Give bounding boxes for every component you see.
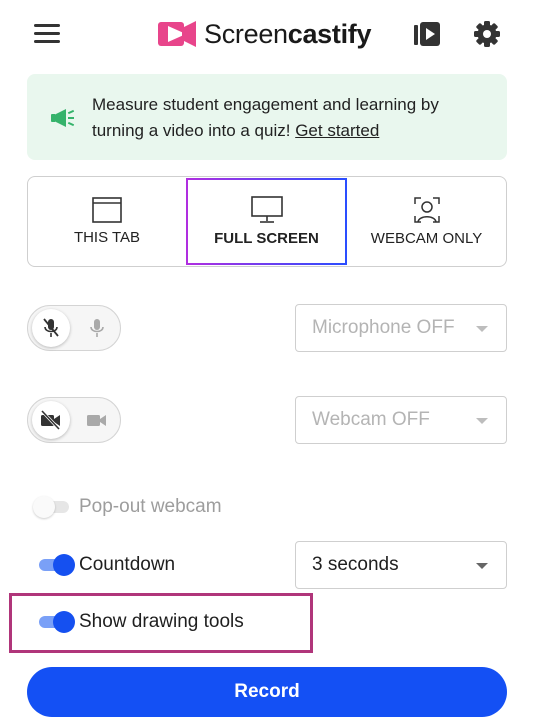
countdown-select[interactable]: 3 seconds xyxy=(295,541,507,589)
video-library-button[interactable] xyxy=(412,19,442,49)
microphone-select[interactable]: Microphone OFF xyxy=(295,304,507,352)
webcam-off-icon xyxy=(40,410,61,430)
logo-text: Screencastify xyxy=(204,18,372,49)
logo-icon xyxy=(158,21,196,47)
popout-webcam-switch[interactable] xyxy=(33,496,69,518)
get-started-link[interactable]: Get started xyxy=(295,121,379,140)
microphone-on-button[interactable] xyxy=(83,314,111,342)
quiz-promo-banner: Measure student engagement and learning … xyxy=(27,74,507,160)
megaphone-icon xyxy=(51,109,75,127)
screencastify-logo: Screencastify xyxy=(158,14,372,54)
webcam-toggle[interactable] xyxy=(27,397,121,443)
webcam-off-button[interactable] xyxy=(32,401,70,439)
chevron-down-icon xyxy=(476,326,488,332)
menu-button[interactable] xyxy=(34,24,60,46)
browser-tab-icon xyxy=(92,197,122,223)
microphone-off-button[interactable] xyxy=(32,309,70,347)
countdown-switch[interactable] xyxy=(37,554,75,576)
drawing-tools-switch[interactable] xyxy=(37,611,75,633)
drawing-tools-label: Show drawing tools xyxy=(79,611,244,632)
gear-icon xyxy=(474,21,500,47)
video-library-icon xyxy=(414,22,440,46)
popout-webcam-label: Pop-out webcam xyxy=(79,496,222,517)
mode-this-tab[interactable]: THIS TAB xyxy=(28,177,186,266)
chevron-down-icon xyxy=(476,418,488,424)
chevron-down-icon xyxy=(476,563,488,569)
microphone-muted-icon xyxy=(43,318,59,337)
microphone-icon xyxy=(90,319,104,337)
mode-full-screen[interactable]: FULL SCREEN xyxy=(186,178,347,265)
recording-mode-selector: THIS TAB FULL SCREEN WEBCAM ONLY xyxy=(27,176,507,267)
monitor-icon xyxy=(250,196,283,223)
microphone-toggle[interactable] xyxy=(27,305,121,351)
webcam-on-button[interactable] xyxy=(83,406,111,434)
webcam-icon xyxy=(87,415,106,426)
countdown-label: Countdown xyxy=(79,554,176,575)
webcam-person-icon xyxy=(413,197,440,223)
settings-button[interactable] xyxy=(472,19,502,49)
hamburger-menu-icon xyxy=(34,24,60,27)
mode-webcam-only[interactable]: WEBCAM ONLY xyxy=(347,177,506,266)
banner-message: Measure student engagement and learning … xyxy=(92,95,439,140)
webcam-select[interactable]: Webcam OFF xyxy=(295,396,507,444)
record-button[interactable]: Record xyxy=(27,667,507,717)
